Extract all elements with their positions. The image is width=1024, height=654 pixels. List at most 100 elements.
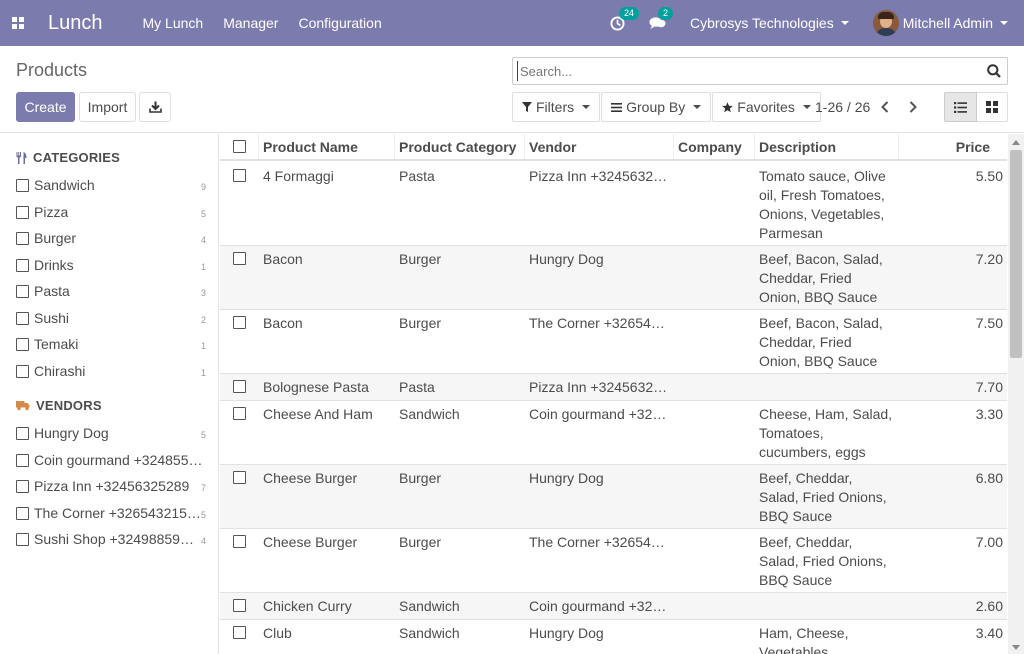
checkbox[interactable] bbox=[16, 205, 29, 219]
menu-manager[interactable]: Manager bbox=[223, 15, 278, 31]
column-description[interactable]: Description bbox=[755, 134, 899, 159]
scroll-down-arrow-icon[interactable] bbox=[1012, 645, 1020, 650]
search-input[interactable] bbox=[517, 61, 977, 81]
category-filter-pasta[interactable]: Pasta 3 bbox=[16, 281, 206, 301]
app-title[interactable]: Lunch bbox=[48, 12, 103, 35]
search-options: Filters Group By Favorites bbox=[512, 92, 822, 122]
group-by-button[interactable]: Group By bbox=[601, 92, 712, 122]
menu-configuration[interactable]: Configuration bbox=[298, 15, 381, 31]
row-checkbox[interactable] bbox=[233, 599, 246, 612]
vendor-filter-sushi-shop[interactable]: Sushi Shop +32498859912 4 bbox=[16, 529, 206, 549]
checkbox[interactable] bbox=[16, 231, 29, 245]
category-filter-sandwich[interactable]: Sandwich 9 bbox=[16, 175, 206, 195]
category-filter-chirashi[interactable]: Chirashi 1 bbox=[16, 361, 206, 381]
chevron-down-icon bbox=[802, 105, 811, 109]
checkbox[interactable] bbox=[16, 426, 29, 440]
checkbox[interactable] bbox=[16, 178, 29, 192]
download-button[interactable] bbox=[139, 92, 171, 122]
checkbox[interactable] bbox=[16, 453, 29, 467]
row-checkbox[interactable] bbox=[233, 169, 246, 182]
category-filter-pizza[interactable]: Pizza 5 bbox=[16, 202, 206, 222]
row-checkbox[interactable] bbox=[233, 407, 246, 420]
row-checkbox[interactable] bbox=[233, 626, 246, 639]
table-row[interactable]: Bacon Burger Hungry Dog Beef, Bacon, Sal… bbox=[220, 246, 1007, 310]
table-row[interactable]: Club Sandwich Hungry Dog Ham, Cheese, Ve… bbox=[220, 620, 1007, 654]
category-filter-drinks[interactable]: Drinks 1 bbox=[16, 255, 206, 275]
kanban-view-button[interactable] bbox=[977, 92, 1008, 122]
product-vendor: The Corner +32654321515 bbox=[529, 315, 674, 331]
search-icon[interactable] bbox=[987, 64, 1001, 81]
product-price: 6.80 bbox=[975, 470, 1003, 486]
pager-previous-button[interactable] bbox=[877, 98, 893, 116]
category-filter-temaki[interactable]: Temaki 1 bbox=[16, 334, 206, 354]
column-price[interactable]: Price bbox=[899, 134, 1007, 159]
column-product-category[interactable]: Product Category bbox=[395, 134, 525, 159]
vendor-filter-hungry-dog[interactable]: Hungry Dog 5 bbox=[16, 423, 206, 443]
column-vendor[interactable]: Vendor bbox=[525, 134, 674, 159]
product-vendor: Hungry Dog bbox=[529, 625, 604, 641]
row-checkbox[interactable] bbox=[233, 380, 246, 393]
row-checkbox[interactable] bbox=[233, 316, 246, 329]
row-checkbox[interactable] bbox=[233, 535, 246, 548]
table-row[interactable]: Bacon Burger The Corner +32654321515 Bee… bbox=[220, 310, 1007, 374]
product-category: Pasta bbox=[399, 168, 435, 184]
chevron-down-icon bbox=[693, 105, 702, 109]
app-switcher-button[interactable] bbox=[2, 0, 34, 46]
checkbox[interactable] bbox=[16, 479, 29, 493]
product-description: Ham, Cheese, Vegetables bbox=[759, 625, 849, 654]
activities-count-badge: 24 bbox=[619, 6, 640, 20]
column-company[interactable]: Company bbox=[674, 134, 755, 159]
vendor-filter-coin-gourmand[interactable]: Coin gourmand +32485562388 bbox=[16, 450, 206, 470]
table-row[interactable]: 4 Formaggi Pasta Pizza Inn +32456325289 … bbox=[220, 163, 1007, 246]
vendor-filter-pizza-inn[interactable]: Pizza Inn +32456325289 7 bbox=[16, 476, 206, 496]
pager-value[interactable]: 1-26 / 26 bbox=[815, 99, 870, 115]
favorites-label: Favorites bbox=[737, 99, 795, 115]
checkbox[interactable] bbox=[16, 311, 29, 325]
category-filter-sushi[interactable]: Sushi 2 bbox=[16, 308, 206, 328]
checkbox[interactable] bbox=[16, 532, 29, 546]
table-row[interactable]: Bolognese Pasta Pasta Pizza Inn +3245632… bbox=[220, 374, 1007, 401]
import-button[interactable]: Import bbox=[79, 92, 136, 122]
checkbox[interactable] bbox=[16, 258, 29, 272]
filters-button[interactable]: Filters bbox=[512, 92, 601, 122]
column-product-name[interactable]: Product Name bbox=[259, 134, 395, 159]
select-all-checkbox[interactable] bbox=[232, 140, 246, 153]
top-navbar: Lunch My Lunch Manager Configuration 24 … bbox=[0, 0, 1024, 46]
row-checkbox[interactable] bbox=[233, 252, 246, 265]
user-menu[interactable]: Mitchell Admin bbox=[872, 10, 1008, 36]
pager-next-button[interactable] bbox=[905, 98, 921, 116]
product-company bbox=[674, 401, 755, 464]
list-view-button[interactable] bbox=[944, 92, 977, 122]
menu-my-lunch[interactable]: My Lunch bbox=[143, 15, 204, 31]
table-row[interactable]: Cheese And Ham Sandwich Coin gourmand +3… bbox=[220, 401, 1007, 465]
company-switcher[interactable]: Cybrosys Technologies bbox=[690, 15, 849, 31]
avatar bbox=[872, 10, 899, 36]
product-company bbox=[674, 529, 755, 592]
product-price: 5.50 bbox=[975, 168, 1003, 184]
product-description: Tomato sauce, Olive oil, Fresh Tomatoes,… bbox=[759, 168, 886, 241]
scroll-thumb[interactable] bbox=[1010, 150, 1022, 358]
user-name: Mitchell Admin bbox=[902, 15, 993, 31]
vertical-scrollbar[interactable] bbox=[1008, 134, 1024, 654]
table-row[interactable]: Cheese Burger Burger Hungry Dog Beef, Ch… bbox=[220, 465, 1007, 529]
product-company bbox=[674, 593, 755, 619]
favorites-button[interactable]: Favorites bbox=[712, 92, 821, 122]
row-checkbox[interactable] bbox=[233, 471, 246, 484]
checkbox[interactable] bbox=[16, 364, 29, 378]
activities-button[interactable]: 24 bbox=[610, 6, 640, 31]
checkbox[interactable] bbox=[16, 337, 29, 351]
scroll-up-arrow-icon[interactable] bbox=[1012, 140, 1020, 145]
product-name: Chicken Curry bbox=[263, 598, 352, 614]
product-price: 3.30 bbox=[975, 406, 1003, 422]
checkbox[interactable] bbox=[16, 506, 29, 520]
checkbox[interactable] bbox=[16, 284, 29, 298]
filters-label: Filters bbox=[536, 99, 575, 115]
table-row[interactable]: Cheese Burger Burger The Corner +3265432… bbox=[220, 529, 1007, 593]
table-row[interactable]: Chicken Curry Sandwich Coin gourmand +32… bbox=[220, 593, 1007, 620]
product-description: Cheese, Ham, Salad, Tomatoes, cucumbers,… bbox=[759, 406, 893, 460]
messages-button[interactable]: 2 bbox=[649, 7, 674, 30]
product-vendor: Coin gourmand +32485562388 bbox=[529, 406, 674, 422]
vendor-filter-the-corner[interactable]: The Corner +32654321515 5 bbox=[16, 503, 206, 523]
category-filter-burger[interactable]: Burger 4 bbox=[16, 228, 206, 248]
create-button[interactable]: Create bbox=[16, 92, 75, 122]
